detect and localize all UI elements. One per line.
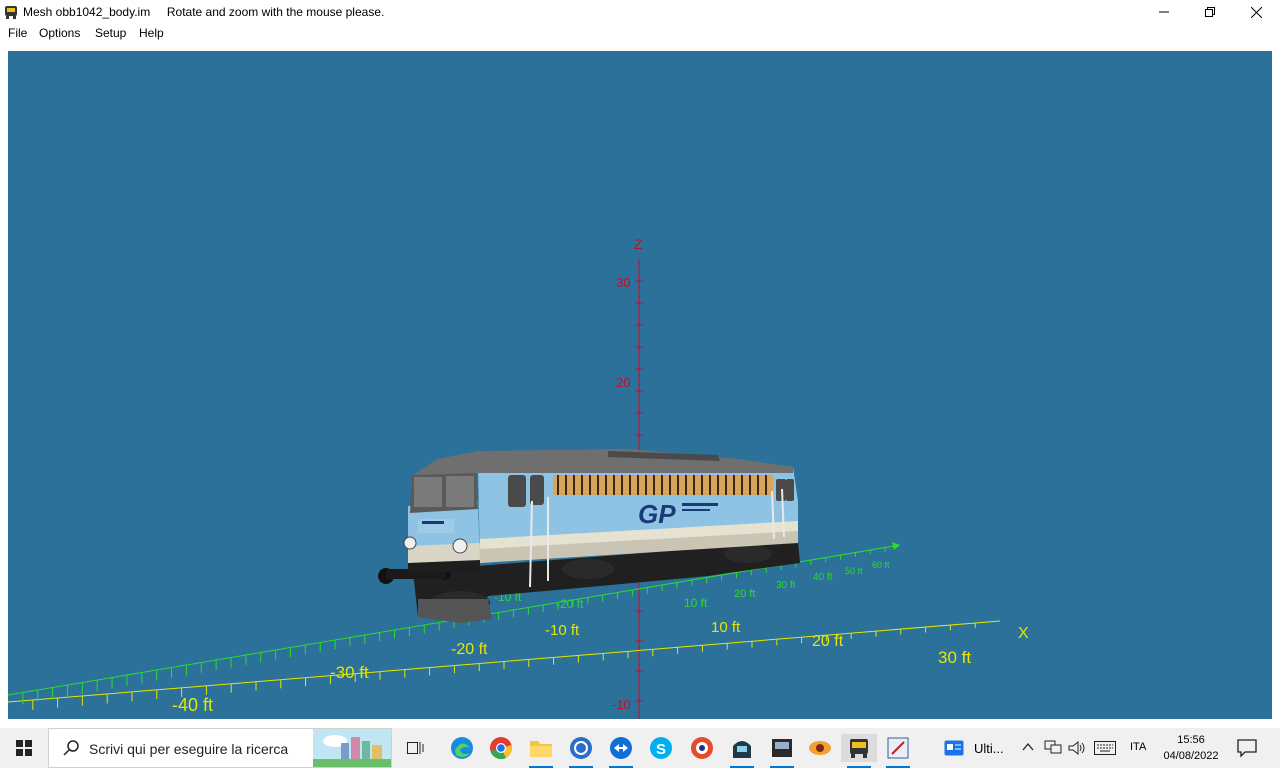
search-placeholder: Scrivi qui per eseguire la ricerca <box>89 741 289 757</box>
train-sim-icon <box>850 739 868 758</box>
y-tick-40: 40 ft <box>813 572 833 583</box>
z-tick-20: 20 <box>616 375 630 390</box>
teamviewer-icon <box>610 737 632 759</box>
volume-icon[interactable] <box>1068 740 1086 756</box>
teamviewer-button[interactable] <box>603 734 639 768</box>
file-explorer-button[interactable] <box>523 734 559 768</box>
eye-app-button[interactable] <box>802 734 838 762</box>
y-tick-30: 30 ft <box>776 580 796 591</box>
app-button[interactable] <box>684 734 720 762</box>
x-tick-minus-10: -10 ft <box>545 622 580 639</box>
z-tick-minus-10: -10 <box>612 697 631 712</box>
livery-logo: GP <box>638 499 676 529</box>
window-title: Mesh obb1042_body.im Rotate and zoom wit… <box>23 5 385 19</box>
x-axis-label: X <box>1018 625 1029 642</box>
svg-text:S: S <box>656 741 666 758</box>
task-view-icon <box>407 742 424 754</box>
scene-canvas[interactable]: Z 30 20 -10 X -40 ft -30 ft -20 ft -10 f… <box>8 51 1272 719</box>
chevron-up-icon[interactable] <box>1022 742 1034 752</box>
x-tick-10: 10 ft <box>711 619 741 636</box>
skype-icon: S <box>650 737 672 759</box>
start-button[interactable] <box>0 728 48 768</box>
headlight-left <box>403 536 417 550</box>
skype-button[interactable]: S <box>643 734 679 762</box>
3d-viewport[interactable]: Z 30 20 -10 X -40 ft -30 ft -20 ft -10 f… <box>8 51 1272 719</box>
app-icon[interactable] <box>4 4 18 20</box>
edge-button[interactable] <box>444 734 480 762</box>
chrome-icon <box>490 737 512 760</box>
edge-icon <box>451 737 473 759</box>
bogie-mid <box>562 559 614 579</box>
network-icon <box>570 737 592 759</box>
chrome-button[interactable] <box>483 734 519 762</box>
locomotive-app-button[interactable] <box>764 734 800 768</box>
z-axis-label: Z <box>634 236 643 252</box>
input-language[interactable]: ITA <box>1130 741 1146 753</box>
editor-icon <box>887 737 909 759</box>
minimize-button[interactable] <box>1141 0 1187 24</box>
search-icon <box>63 740 79 756</box>
train-sim-button[interactable] <box>841 734 877 768</box>
x-tick-30: 30 ft <box>938 648 971 667</box>
search-highlight-image <box>313 729 391 767</box>
close-button[interactable] <box>1233 0 1279 24</box>
notification-icon[interactable] <box>1236 738 1258 758</box>
y-tick-50: 50 ft <box>845 566 863 576</box>
menu-file[interactable]: File <box>8 26 27 40</box>
file-explorer-icon <box>530 741 552 757</box>
app-icon-tb <box>691 737 713 759</box>
x-tick-minus-30: -30 ft <box>330 663 369 682</box>
menu-options[interactable]: Options <box>39 26 80 40</box>
keyboard-icon[interactable] <box>1094 741 1116 755</box>
train-icon <box>733 741 751 758</box>
menu-help[interactable]: Help <box>139 26 164 40</box>
minimize-icon <box>1159 11 1169 13</box>
locomotive-icon <box>772 739 792 757</box>
side-grilles <box>553 475 773 495</box>
restore-icon <box>1205 7 1215 17</box>
title-bar: Mesh obb1042_body.im Rotate and zoom wit… <box>0 0 1280 24</box>
headlight-right <box>452 538 468 554</box>
clock-date: 04/08/2022 <box>1163 750 1219 762</box>
z-tick-30: 30 <box>616 275 630 290</box>
restore-button[interactable] <box>1187 0 1233 24</box>
network-app-button[interactable] <box>563 734 599 768</box>
windows-icon <box>16 740 32 756</box>
menu-setup[interactable]: Setup <box>95 26 126 40</box>
y-tick-minus-20: -20 ft <box>556 597 584 611</box>
x-tick-minus-40: -40 ft <box>172 695 213 715</box>
news-widget[interactable]: Ulti... <box>940 728 1010 768</box>
news-icon <box>944 740 964 756</box>
x-axis: X -40 ft -30 ft -20 ft -10 ft 10 ft 20 f… <box>8 619 1029 715</box>
news-label: Ulti... <box>974 741 1004 756</box>
search-box[interactable]: Scrivi qui per eseguire la ricerca <box>48 728 392 768</box>
y-tick-20: 20 ft <box>734 588 755 600</box>
eye-icon <box>809 741 831 755</box>
clock[interactable]: 15:56 04/08/2022 <box>1160 732 1222 764</box>
train-app-button[interactable] <box>724 734 760 768</box>
clock-time: 15:56 <box>1177 734 1205 746</box>
bogie-rear <box>724 545 772 563</box>
editor-app-button[interactable] <box>880 734 916 768</box>
network-tray-icon[interactable] <box>1044 740 1062 756</box>
x-tick-minus-20: -20 ft <box>451 641 488 658</box>
y-tick-10: 10 ft <box>684 596 708 610</box>
x-tick-20: 20 ft <box>812 633 844 650</box>
menu-bar: File Options Setup Help <box>0 24 1280 42</box>
close-icon <box>1250 6 1262 18</box>
taskbar: Scrivi qui per eseguire la ricerca S Ult… <box>0 728 1280 768</box>
y-tick-60: 60 ft <box>872 560 890 570</box>
task-view-button[interactable] <box>398 734 434 762</box>
